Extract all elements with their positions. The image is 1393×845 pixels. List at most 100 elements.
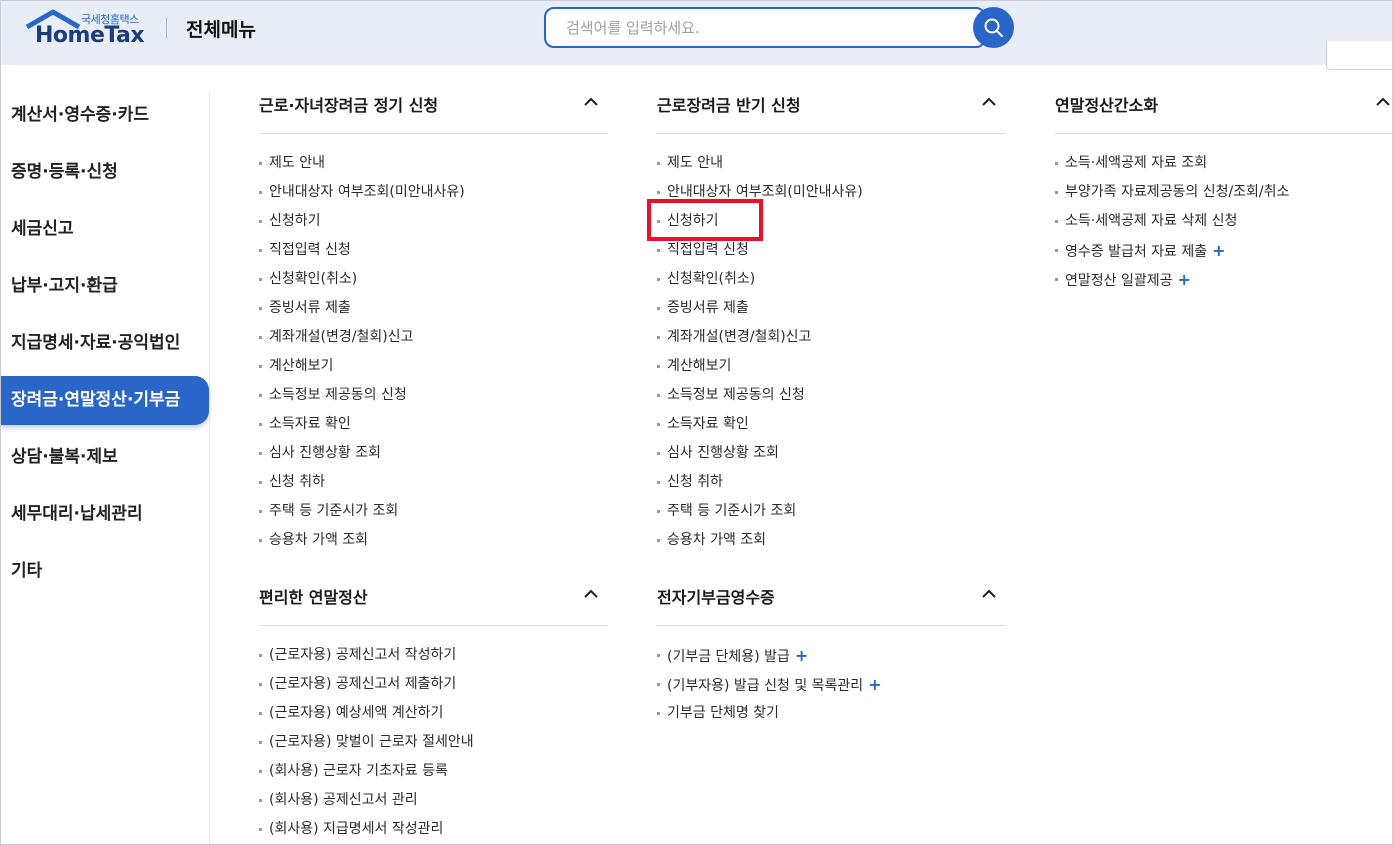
menu-link[interactable]: 심사 진행상황 조회 [657,439,1006,468]
menu-link[interactable]: (기부자용) 발급 신청 및 목록관리 + [657,670,1006,699]
bullet-icon [259,539,262,542]
menu-link[interactable]: (회사용) 지급명세서 작성관리 [259,815,608,844]
menu-link[interactable]: 계산해보기 [657,352,1006,381]
expand-plus-icon[interactable]: + [795,646,808,665]
menu-link-label: 심사 진행상황 조회 [269,445,381,461]
page-title: 전체메뉴 [186,19,256,41]
bullet-icon [259,481,262,484]
chevron-up-icon[interactable] [980,93,998,111]
expand-plus-icon[interactable]: + [1212,241,1225,260]
menu-link[interactable]: 신청확인(취소) [657,265,1006,294]
bullet-icon [1055,220,1058,223]
bullet-icon [657,481,660,484]
menu-link[interactable]: 신청 취하 [657,468,1006,497]
menu-link-label: 제도 안내 [269,155,325,171]
menu-link[interactable]: 승용차 가액 조회 [657,526,1006,555]
menu-link[interactable]: (기부금 단체용) 발급 + [657,641,1006,670]
menu-link[interactable]: 심사 진행상황 조회 [259,439,608,468]
menu-link[interactable]: 직접입력 신청 [259,236,608,265]
menu-link[interactable]: 연말정산 일괄제공 + [1055,265,1392,294]
menu-link-label: 소득자료 확인 [269,416,351,432]
menu-link[interactable]: 신청하기 [259,207,608,236]
menu-link[interactable]: 제도 안내 [259,149,608,178]
menu-link[interactable]: 소득자료 확인 [657,410,1006,439]
menu-link[interactable]: 주택 등 기준시가 조회 [657,497,1006,526]
menu-link[interactable]: 승용차 가액 조회 [259,526,608,555]
expand-plus-icon[interactable]: + [1178,270,1191,289]
bullet-icon [657,336,660,339]
menu-link[interactable]: 계좌개설(변경/철회)신고 [259,323,608,352]
nav-item-2[interactable]: 세금신고 [1,201,210,258]
menu-link-label: 승용차 가액 조회 [667,532,767,548]
bullet-icon [259,452,262,455]
menu-link[interactable]: 직접입력 신청 [657,236,1006,265]
header-bar: 국세청홈택스 HomeTax 전체메뉴 [1,1,1392,70]
expand-plus-icon[interactable]: + [868,675,881,694]
menu-link[interactable]: 소득자료 확인 [259,410,608,439]
search-input[interactable] [544,7,986,48]
menu-link[interactable]: (회사용) 근로자 기초자료 등록 [259,757,608,786]
nav-item-6[interactable]: 상담·불복·제보 [1,429,210,486]
menu-link[interactable]: 계산해보기 [259,352,608,381]
menu-link[interactable]: 소득·세액공제 자료 삭제 신청 [1055,207,1392,236]
menu-link-label: 증빙서류 제출 [269,300,351,316]
chevron-up-icon[interactable] [1374,93,1392,111]
menu-link-label: (회사용) 지급명세서 작성관리 [269,821,444,837]
menu-link[interactable]: 신청하기 [657,207,1006,236]
bullet-icon [1055,249,1058,252]
menu-link-label: 계산해보기 [269,358,334,374]
search-button[interactable] [973,7,1014,48]
menu-link[interactable]: 주택 등 기준시가 조회 [259,497,608,526]
left-nav-divider [209,91,210,844]
menu-link-label: 직접입력 신청 [667,242,749,258]
menu-link-label: (근로자용) 공제신고서 제출하기 [269,676,457,692]
section-title: 전자기부금영수증 [657,588,775,607]
menu-link[interactable]: (회사용) 공제신고서 관리 [259,786,608,815]
nav-item-3[interactable]: 납부·고지·환급 [1,258,210,315]
menu-link[interactable]: 기부금 단체명 찾기 [657,699,1006,728]
menu-link[interactable]: 소득정보 제공동의 신청 [657,381,1006,410]
chevron-up-icon[interactable] [980,585,998,603]
menu-link[interactable]: 제도 안내 [657,149,1006,178]
nav-item-4[interactable]: 지급명세·자료·공익법인 [1,315,210,372]
menu-link-label: (회사용) 근로자 기초자료 등록 [269,763,448,779]
menu-link[interactable]: 증빙서류 제출 [657,294,1006,323]
bullet-icon [657,423,660,426]
menu-link[interactable]: (근로자용) 맞벌이 근로자 절세안내 [259,728,608,757]
menu-link[interactable]: 영수증 발급처 자료 제출 + [1055,236,1392,265]
menu-link[interactable]: (근로자용) 공제신고서 제출하기 [259,670,608,699]
menu-link[interactable]: 신청확인(취소) [259,265,608,294]
section-header: 전자기부금영수증 [657,579,1006,626]
chevron-up-icon[interactable] [582,93,600,111]
hometax-logo[interactable]: 국세청홈택스 HomeTax [23,7,147,51]
menu-link[interactable]: 증빙서류 제출 [259,294,608,323]
menu-link[interactable]: (근로자용) 예상세액 계산하기 [259,699,608,728]
bullet-icon [259,799,262,802]
chevron-up-icon[interactable] [582,585,600,603]
menu-link[interactable]: (근로자용) 공제신고서 작성하기 [259,641,608,670]
nav-item-7[interactable]: 세무대리·납세관리 [1,486,210,543]
menu-link[interactable]: 계좌개설(변경/철회)신고 [657,323,1006,352]
menu-link-label: 계산해보기 [667,358,732,374]
logo-wordmark: HomeTax [35,23,145,48]
menu-link[interactable]: 안내대상자 여부조회(미안내사유) [259,178,608,207]
nav-item-1[interactable]: 증명·등록·신청 [1,144,210,201]
bullet-icon [1055,191,1058,194]
nav-item-8[interactable]: 기타 [1,543,210,600]
bullet-icon [657,654,660,657]
nav-item-0[interactable]: 계산서·영수증·카드 [1,87,210,144]
menu-link-label: 연말정산 일괄제공 [1065,273,1173,289]
menu-link[interactable]: 신청 취하 [259,468,608,497]
bullet-icon [259,423,262,426]
bullet-icon [657,249,660,252]
nav-item-5[interactable]: 장려금·연말정산·기부금 [1,376,209,425]
menu-link[interactable]: 소득·세액공제 자료 조회 [1055,149,1392,178]
section-item-list: 소득·세액공제 자료 조회부양가족 자료제공동의 신청/조회/취소소득·세액공제… [1055,134,1392,294]
menu-link[interactable]: 부양가족 자료제공동의 신청/조회/취소 [1055,178,1392,207]
menu-link-label: 영수증 발급처 자료 제출 [1065,244,1208,260]
menu-link-label: 신청확인(취소) [269,271,358,287]
menu-link[interactable]: 안내대상자 여부조회(미안내사유) [657,178,1006,207]
menu-link-label: 부양가족 자료제공동의 신청/조회/취소 [1065,184,1290,200]
menu-link[interactable]: 소득정보 제공동의 신청 [259,381,608,410]
bullet-icon [259,683,262,686]
